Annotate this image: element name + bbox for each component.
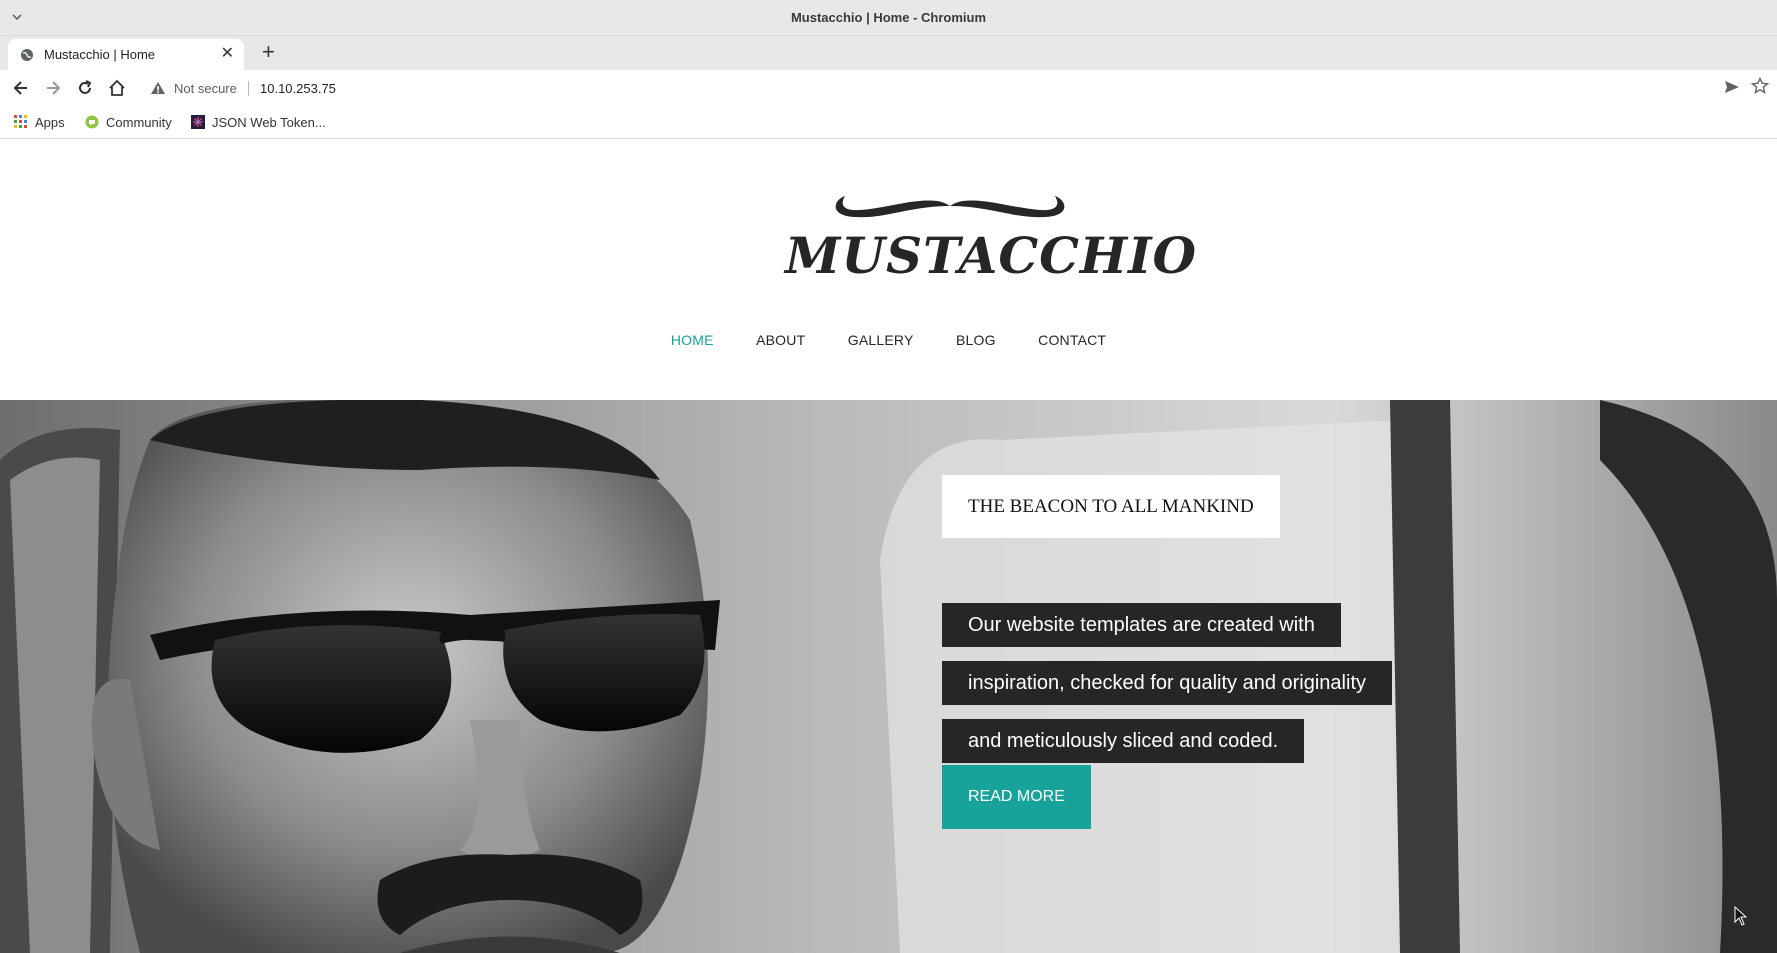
address-separator [248,81,249,96]
bookmark-label: Community [106,115,172,130]
hero-photo [0,400,1777,953]
browser-toolbar: Not secure 10.10.253.75 [0,70,1777,106]
send-icon[interactable] [1723,78,1741,96]
reload-icon[interactable] [75,78,95,98]
hero-heading: THE BEACON TO ALL MANKIND [942,475,1280,538]
nav-about[interactable]: ABOUT [756,332,805,348]
nav-blog[interactable]: BLOG [956,332,996,348]
nav-home[interactable]: HOME [671,332,714,348]
hero-text-line-2: inspiration, checked for quality and ori… [942,661,1392,705]
main-navigation: HOME ABOUT GALLERY BLOG CONTACT [0,332,1777,356]
hero-text-line-1: Our website templates are created with [942,603,1341,647]
hero-text-line-3: and meticulously sliced and coded. [942,719,1305,763]
read-more-button[interactable]: READ MORE [942,765,1091,829]
mouse-cursor-icon [1734,906,1748,926]
tab-mustacchio-home[interactable]: Mustacchio | Home ✕ [8,39,244,70]
window-title: Mustacchio | Home - Chromium [790,10,987,25]
bookmarks-bar: Apps Community JSON Web Token... [0,106,1777,139]
tab-strip: Mustacchio | Home ✕ + [0,36,1777,70]
back-arrow-icon[interactable] [11,78,31,98]
home-icon[interactable] [107,78,127,98]
nav-gallery[interactable]: GALLERY [848,332,914,348]
url-text[interactable]: 10.10.253.75 [260,81,336,96]
tab-title: Mustacchio | Home [44,47,156,62]
jwt-icon [191,115,205,129]
window-titlebar: Mustacchio | Home - Chromium [0,0,1777,36]
globe-icon [21,49,33,61]
warning-triangle-icon[interactable] [150,80,166,96]
bookmark-star-icon[interactable] [1751,77,1769,95]
logo-text: MUSTACCHIO [785,226,1198,285]
apps-grid-icon [14,115,27,128]
site-logo[interactable]: MUSTACCHIO [785,184,1198,285]
nav-contact[interactable]: CONTACT [1038,332,1106,348]
new-tab-plus-icon[interactable]: + [262,41,275,63]
close-tab-icon[interactable]: ✕ [221,45,234,63]
bookmark-label: JSON Web Token... [212,115,326,130]
web-page: MUSTACCHIO HOME ABOUT GALLERY BLOG CONTA… [0,140,1777,953]
bookmark-label: Apps [35,115,65,130]
address-bar[interactable]: Not secure 10.10.253.75 [140,73,1740,103]
security-label[interactable]: Not secure [174,81,237,96]
community-icon [85,115,99,129]
hero-banner: THE BEACON TO ALL MANKIND [0,400,1777,953]
forward-arrow-icon[interactable] [43,78,63,98]
